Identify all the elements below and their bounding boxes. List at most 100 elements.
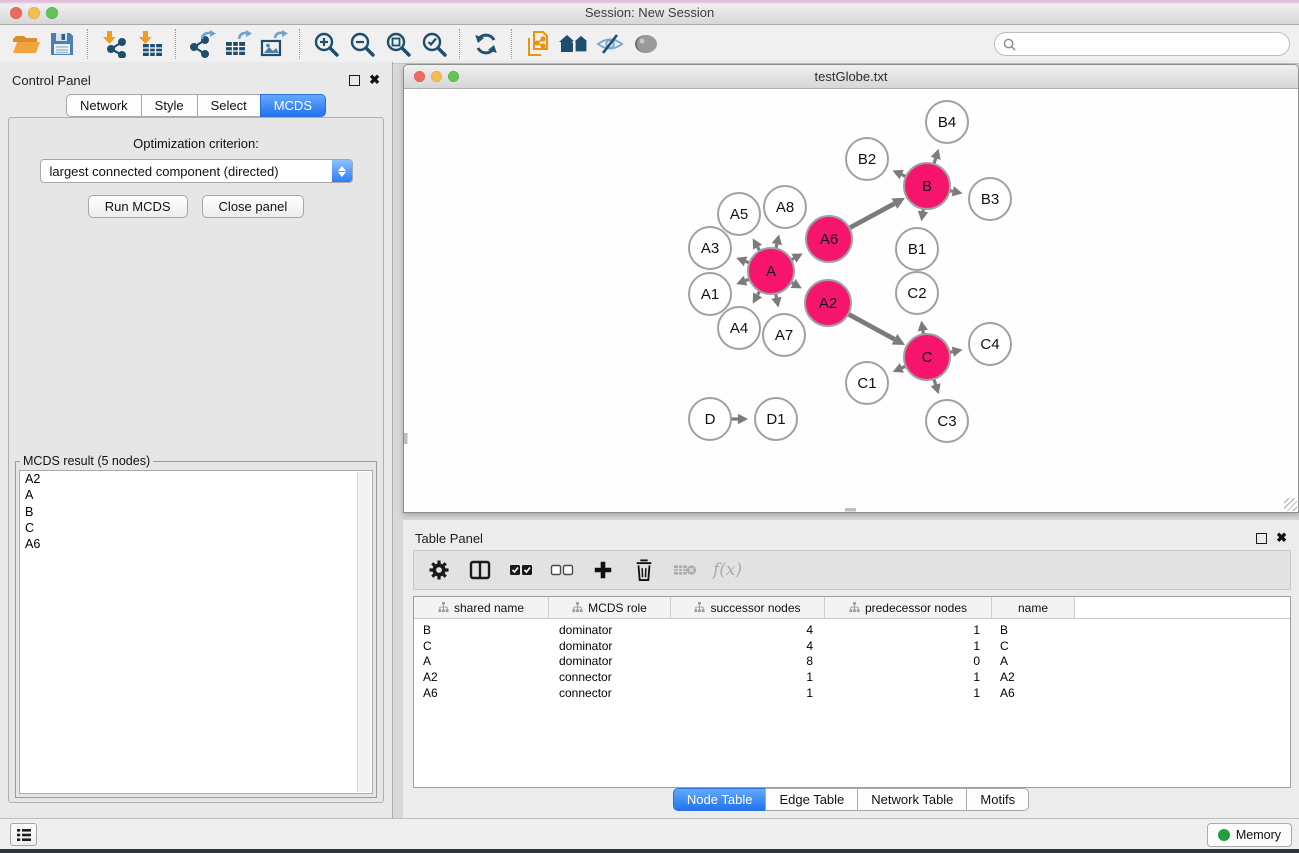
graph-edge-A-A8[interactable]	[772, 234, 782, 248]
table-tab-node-table[interactable]: Node Table	[673, 788, 767, 811]
table-cell[interactable]: A	[414, 653, 549, 669]
graph-edge-A-A5[interactable]	[753, 238, 762, 251]
graph-node-A6[interactable]: A6	[806, 216, 852, 262]
table-cell[interactable]: dominator	[549, 622, 671, 638]
table-cell[interactable]: 1	[825, 669, 992, 685]
graph-edge-C-C3[interactable]	[931, 379, 941, 394]
import-network-button[interactable]	[96, 28, 132, 60]
save-session-button[interactable]	[44, 28, 80, 60]
graph-node-A4[interactable]: A4	[718, 307, 760, 349]
column-header-successor-nodes[interactable]: successor nodes	[671, 597, 825, 618]
zoom-traffic-light[interactable]	[448, 71, 459, 82]
graph-node-A5[interactable]: A5	[718, 193, 760, 235]
table-cell[interactable]: B	[414, 622, 549, 638]
table-cell[interactable]: A	[992, 653, 1075, 669]
table-cell[interactable]: dominator	[549, 653, 671, 669]
open-session-button[interactable]	[8, 28, 44, 60]
table-cell[interactable]: A6	[992, 685, 1075, 701]
graph-node-A1[interactable]: A1	[689, 273, 731, 315]
graph-node-C[interactable]: C	[904, 334, 950, 380]
table-cell[interactable]: 4	[671, 638, 825, 654]
table-cell[interactable]: 1	[825, 638, 992, 654]
graph-node-D[interactable]: D	[689, 398, 731, 440]
graph-node-B4[interactable]: B4	[926, 101, 968, 143]
mcds-result-item[interactable]: B	[20, 504, 372, 520]
table-cell[interactable]: 8	[671, 653, 825, 669]
tab-network[interactable]: Network	[66, 94, 142, 117]
column-header-mcds-role[interactable]: MCDS role	[549, 597, 671, 618]
table-cell[interactable]: A2	[992, 669, 1075, 685]
zoom-out-button[interactable]	[344, 28, 380, 60]
mcds-result-item[interactable]: C	[20, 520, 372, 536]
task-history-button[interactable]	[10, 823, 37, 846]
graph-node-A[interactable]: A	[748, 248, 794, 294]
table-cell[interactable]: B	[992, 622, 1075, 638]
graph-edge-D-D1[interactable]	[731, 414, 748, 424]
search-input[interactable]	[1021, 36, 1281, 52]
table-tab-edge-table[interactable]: Edge Table	[765, 788, 858, 811]
table-row[interactable]: Adominator80A	[414, 653, 1290, 669]
graph-edge-C-C1[interactable]	[893, 363, 906, 373]
export-network-button[interactable]	[184, 28, 220, 60]
new-network-from-selection-button[interactable]	[520, 28, 556, 60]
graph-node-C2[interactable]: C2	[896, 272, 938, 314]
table-cell[interactable]: 1	[671, 669, 825, 685]
network-window-titlebar[interactable]: testGlobe.txt	[404, 65, 1298, 89]
column-header-predecessor-nodes[interactable]: predecessor nodes	[825, 597, 992, 618]
tab-style[interactable]: Style	[141, 94, 198, 117]
table-cell[interactable]: A6	[414, 685, 549, 701]
graph-node-C1[interactable]: C1	[846, 362, 888, 404]
float-panel-icon[interactable]	[349, 75, 360, 86]
table-row[interactable]: A2connector11A2	[414, 669, 1290, 685]
table-cell[interactable]: connector	[549, 685, 671, 701]
graph-edge-A6-B[interactable]	[849, 198, 905, 228]
show-column-button[interactable]	[467, 557, 493, 583]
table-row[interactable]: Cdominator41C	[414, 638, 1290, 654]
graph-edge-C-C4[interactable]	[950, 347, 963, 357]
graph-edge-A2-C[interactable]	[848, 314, 905, 345]
close-panel-icon[interactable]: ✖	[1276, 532, 1287, 544]
export-table-button[interactable]	[220, 28, 256, 60]
table-row[interactable]: Bdominator41B	[414, 622, 1290, 638]
graph-node-C3[interactable]: C3	[926, 400, 968, 442]
graph-edge-B-B2[interactable]	[893, 170, 906, 179]
close-panel-icon[interactable]: ✖	[369, 74, 380, 86]
memory-button[interactable]: Memory	[1207, 823, 1292, 847]
graph-node-A8[interactable]: A8	[764, 186, 806, 228]
graph-node-C4[interactable]: C4	[969, 323, 1011, 365]
graph-edge-A-A4[interactable]	[753, 291, 762, 304]
zoom-selected-button[interactable]	[416, 28, 452, 60]
delete-column-button[interactable]	[631, 557, 657, 583]
hide-details-button[interactable]	[592, 28, 628, 60]
graph-node-B3[interactable]: B3	[969, 178, 1011, 220]
scrollbar-track[interactable]	[357, 472, 371, 792]
close-panel-button[interactable]: Close panel	[202, 195, 305, 218]
tab-mcds[interactable]: MCDS	[260, 94, 326, 117]
table-tab-network-table[interactable]: Network Table	[857, 788, 967, 811]
table-cell[interactable]: 4	[671, 622, 825, 638]
graph-node-A3[interactable]: A3	[689, 227, 731, 269]
mcds-result-item[interactable]: A6	[20, 536, 372, 552]
resize-grip[interactable]	[1284, 498, 1297, 511]
optimization-criterion-dropdown[interactable]: largest connected component (directed)	[40, 159, 353, 183]
float-panel-icon[interactable]	[1256, 533, 1267, 544]
zoom-in-button[interactable]	[308, 28, 344, 60]
table-cell[interactable]: C	[414, 638, 549, 654]
import-table-button[interactable]	[132, 28, 168, 60]
refresh-button[interactable]	[468, 28, 504, 60]
graph-node-B1[interactable]: B1	[896, 228, 938, 270]
table-cell[interactable]: 1	[825, 685, 992, 701]
run-mcds-button[interactable]: Run MCDS	[88, 195, 188, 218]
graph-edge-B-B1[interactable]	[918, 209, 928, 222]
show-hide-panels-button[interactable]	[556, 28, 592, 60]
table-tab-motifs[interactable]: Motifs	[966, 788, 1029, 811]
table-cell[interactable]: 1	[671, 685, 825, 701]
graph-edge-A-A7[interactable]	[771, 294, 781, 308]
create-column-button[interactable]	[590, 557, 616, 583]
mcds-result-item[interactable]: A2	[20, 471, 372, 487]
graph-node-B[interactable]: B	[904, 163, 950, 209]
select-all-button[interactable]	[508, 557, 534, 583]
zoom-fit-button[interactable]	[380, 28, 416, 60]
column-header-name[interactable]: name	[992, 597, 1075, 618]
mcds-result-item[interactable]: A	[20, 487, 372, 503]
